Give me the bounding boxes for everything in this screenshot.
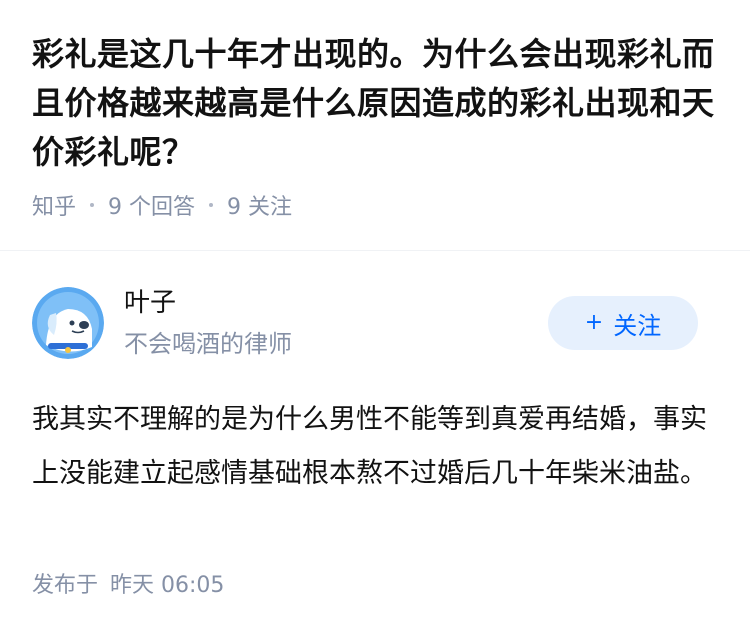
question-meta: 知乎 9 个回答 9 关注 — [32, 189, 718, 221]
published-time: 昨天 06:05 — [110, 573, 225, 598]
author-row: 叶子 不会喝酒的律师 + 关注 — [32, 285, 698, 361]
answer-card: 叶子 不会喝酒的律师 + 关注 我其实不理解的是为什么男性不能等到真爱再结婚，事… — [0, 251, 750, 636]
plus-icon: + — [584, 310, 604, 335]
answer-count[interactable]: 9 个回答 — [108, 189, 195, 221]
author-info: 叶子 不会喝酒的律师 — [124, 285, 292, 361]
dog-avatar-icon[interactable] — [32, 287, 104, 359]
author-name[interactable]: 叶子 — [124, 285, 292, 321]
follow-button-label: 关注 — [613, 311, 662, 340]
published-label: 发布于 — [32, 573, 99, 598]
answer-footer: 发布于 昨天 06:05 — [32, 567, 224, 599]
author-headline: 不会喝酒的律师 — [124, 330, 292, 358]
question-title[interactable]: 彩礼是这几十年才出现的。为什么会出现彩礼而且价格越来越高是什么原因造成的彩礼出现… — [32, 30, 718, 177]
follow-button[interactable]: + 关注 — [548, 296, 698, 350]
follower-count[interactable]: 9 关注 — [227, 189, 292, 221]
answer-content[interactable]: 我其实不理解的是为什么男性不能等到真爱再结婚，事实上没能建立起感情基础根本熬不过… — [32, 393, 710, 501]
question-header: 彩礼是这几十年才出现的。为什么会出现彩礼而且价格越来越高是什么原因造成的彩礼出现… — [0, 0, 750, 221]
meta-separator — [209, 203, 214, 207]
meta-separator — [90, 203, 95, 207]
source-label[interactable]: 知乎 — [32, 189, 76, 221]
